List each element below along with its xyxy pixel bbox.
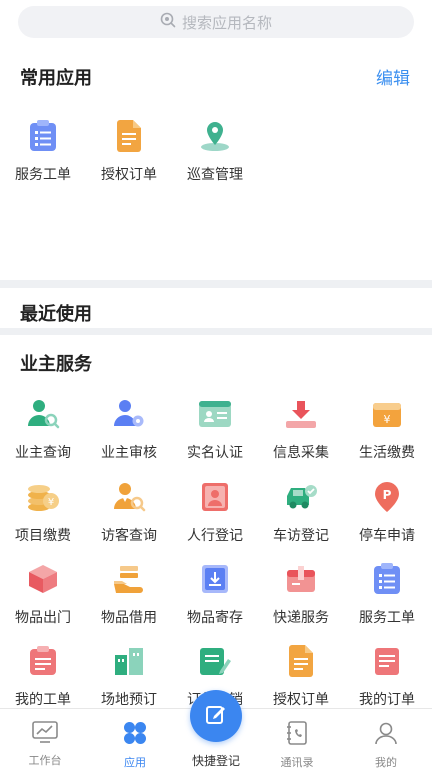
order-verify-icon xyxy=(195,641,235,681)
app-label: 人行登记 xyxy=(187,528,243,544)
app-label: 授权订单 xyxy=(273,692,329,708)
tab-profile[interactable]: 我的 xyxy=(343,721,429,768)
app-owner-review[interactable]: 业主审核 xyxy=(86,394,172,462)
item-borrow-icon xyxy=(109,559,149,599)
tab-label: 快捷登记 xyxy=(191,754,240,768)
app-my-order[interactable]: 我的订单 xyxy=(344,641,430,709)
app-item-out[interactable]: 物品出门 xyxy=(0,559,86,627)
app-item-borrow[interactable]: 物品借用 xyxy=(86,559,172,627)
section-divider xyxy=(0,280,432,288)
svg-text:P: P xyxy=(383,488,392,502)
authorized-order-icon xyxy=(281,641,321,681)
app-label: 巡查管理 xyxy=(187,167,243,183)
app-patrol[interactable]: 巡查管理 xyxy=(172,116,258,184)
venue-booking-icon xyxy=(109,641,149,681)
tab-apps[interactable]: 应用 xyxy=(92,721,178,768)
app-living-payment[interactable]: ¥ 生活缴费 xyxy=(344,394,430,462)
app-label: 车访登记 xyxy=(273,528,329,544)
app-label: 物品寄存 xyxy=(187,610,243,626)
svg-text:¥: ¥ xyxy=(384,413,391,426)
living-payment-icon: ¥ xyxy=(367,394,407,434)
tab-label: 通讯录 xyxy=(280,756,314,768)
tab-contacts[interactable]: 通讯录 xyxy=(254,721,340,768)
apps-icon xyxy=(123,721,147,749)
app-label: 停车申请 xyxy=(359,528,415,544)
app-label: 项目缴费 xyxy=(15,528,71,544)
owner-services-title: 业主服务 xyxy=(20,354,92,375)
item-out-icon xyxy=(23,559,63,599)
owner-search-icon xyxy=(23,394,63,434)
my-ticket-icon xyxy=(23,641,63,681)
app-label: 物品出门 xyxy=(15,610,71,626)
app-project-payment[interactable]: ¥ 项目缴费 xyxy=(0,477,86,545)
app-label: 访客查询 xyxy=(101,528,157,544)
app-id-card[interactable]: 实名认证 xyxy=(172,394,258,462)
authorized-order-icon xyxy=(109,116,149,156)
app-label: 业主查询 xyxy=(15,445,71,461)
project-payment-icon: ¥ xyxy=(23,477,63,517)
app-label: 场地预订 xyxy=(101,692,157,708)
contacts-icon xyxy=(285,721,309,749)
profile-icon xyxy=(374,721,398,749)
workbench-icon xyxy=(32,721,58,747)
app-owner-search[interactable]: 业主查询 xyxy=(0,394,86,462)
tab-quick-register[interactable]: 快捷登记 xyxy=(173,747,259,768)
search-placeholder: 搜索应用名称 xyxy=(181,13,272,32)
owner-review-icon xyxy=(109,394,149,434)
id-card-icon xyxy=(195,394,235,434)
frequent-apps-title: 常用应用 xyxy=(20,68,92,89)
app-label: 物品借用 xyxy=(101,610,157,626)
visitor-search-icon xyxy=(109,477,149,517)
app-label: 信息采集 xyxy=(273,445,329,461)
quick-register-button[interactable] xyxy=(190,690,242,742)
app-venue-booking[interactable]: 场地预订 xyxy=(86,641,172,709)
tab-label: 应用 xyxy=(124,756,146,768)
patrol-icon xyxy=(195,116,235,156)
tab-workbench[interactable]: 工作台 xyxy=(2,721,88,768)
app-express[interactable]: 快递服务 xyxy=(258,559,344,627)
app-car-visit[interactable]: 车访登记 xyxy=(258,477,344,545)
app-label: 业主审核 xyxy=(101,445,157,461)
app-info-collect[interactable]: 信息采集 xyxy=(258,394,344,462)
service-ticket-icon xyxy=(367,559,407,599)
app-label: 我的订单 xyxy=(359,692,415,708)
app-parking[interactable]: P 停车申请 xyxy=(344,477,430,545)
my-order-icon xyxy=(367,641,407,681)
app-label: 快递服务 xyxy=(273,610,329,626)
edit-button[interactable]: 编辑 xyxy=(376,64,410,89)
app-authorized-order[interactable]: 授权订单 xyxy=(86,116,172,184)
app-label: 生活缴费 xyxy=(359,445,415,461)
svg-text:¥: ¥ xyxy=(48,497,54,508)
express-icon xyxy=(281,559,321,599)
app-my-ticket[interactable]: 我的工单 xyxy=(0,641,86,709)
search-bar[interactable]: 搜索应用名称 xyxy=(18,6,414,38)
service-ticket-icon xyxy=(23,116,63,156)
pedestrian-register-icon xyxy=(195,477,235,517)
app-label: 服务工单 xyxy=(359,610,415,626)
app-authorized-order-2[interactable]: 授权订单 xyxy=(258,641,344,709)
parking-icon: P xyxy=(367,477,407,517)
app-visitor-search[interactable]: 访客查询 xyxy=(86,477,172,545)
app-label: 服务工单 xyxy=(15,167,71,183)
search-icon xyxy=(160,12,176,32)
app-label: 授权订单 xyxy=(101,167,157,183)
item-storage-icon xyxy=(195,559,235,599)
car-visit-icon xyxy=(281,477,321,517)
app-label: 我的工单 xyxy=(15,692,71,708)
section-divider xyxy=(0,328,432,335)
app-service-ticket-2[interactable]: 服务工单 xyxy=(344,559,430,627)
app-item-storage[interactable]: 物品寄存 xyxy=(172,559,258,627)
app-service-ticket[interactable]: 服务工单 xyxy=(0,116,86,184)
info-collect-icon xyxy=(281,394,321,434)
app-pedestrian-register[interactable]: 人行登记 xyxy=(172,477,258,545)
app-label: 实名认证 xyxy=(187,445,243,461)
quick-register-icon xyxy=(204,702,228,730)
tab-label: 工作台 xyxy=(28,754,62,767)
recent-apps-title: 最近使用 xyxy=(20,304,92,325)
tab-label: 我的 xyxy=(375,756,397,768)
